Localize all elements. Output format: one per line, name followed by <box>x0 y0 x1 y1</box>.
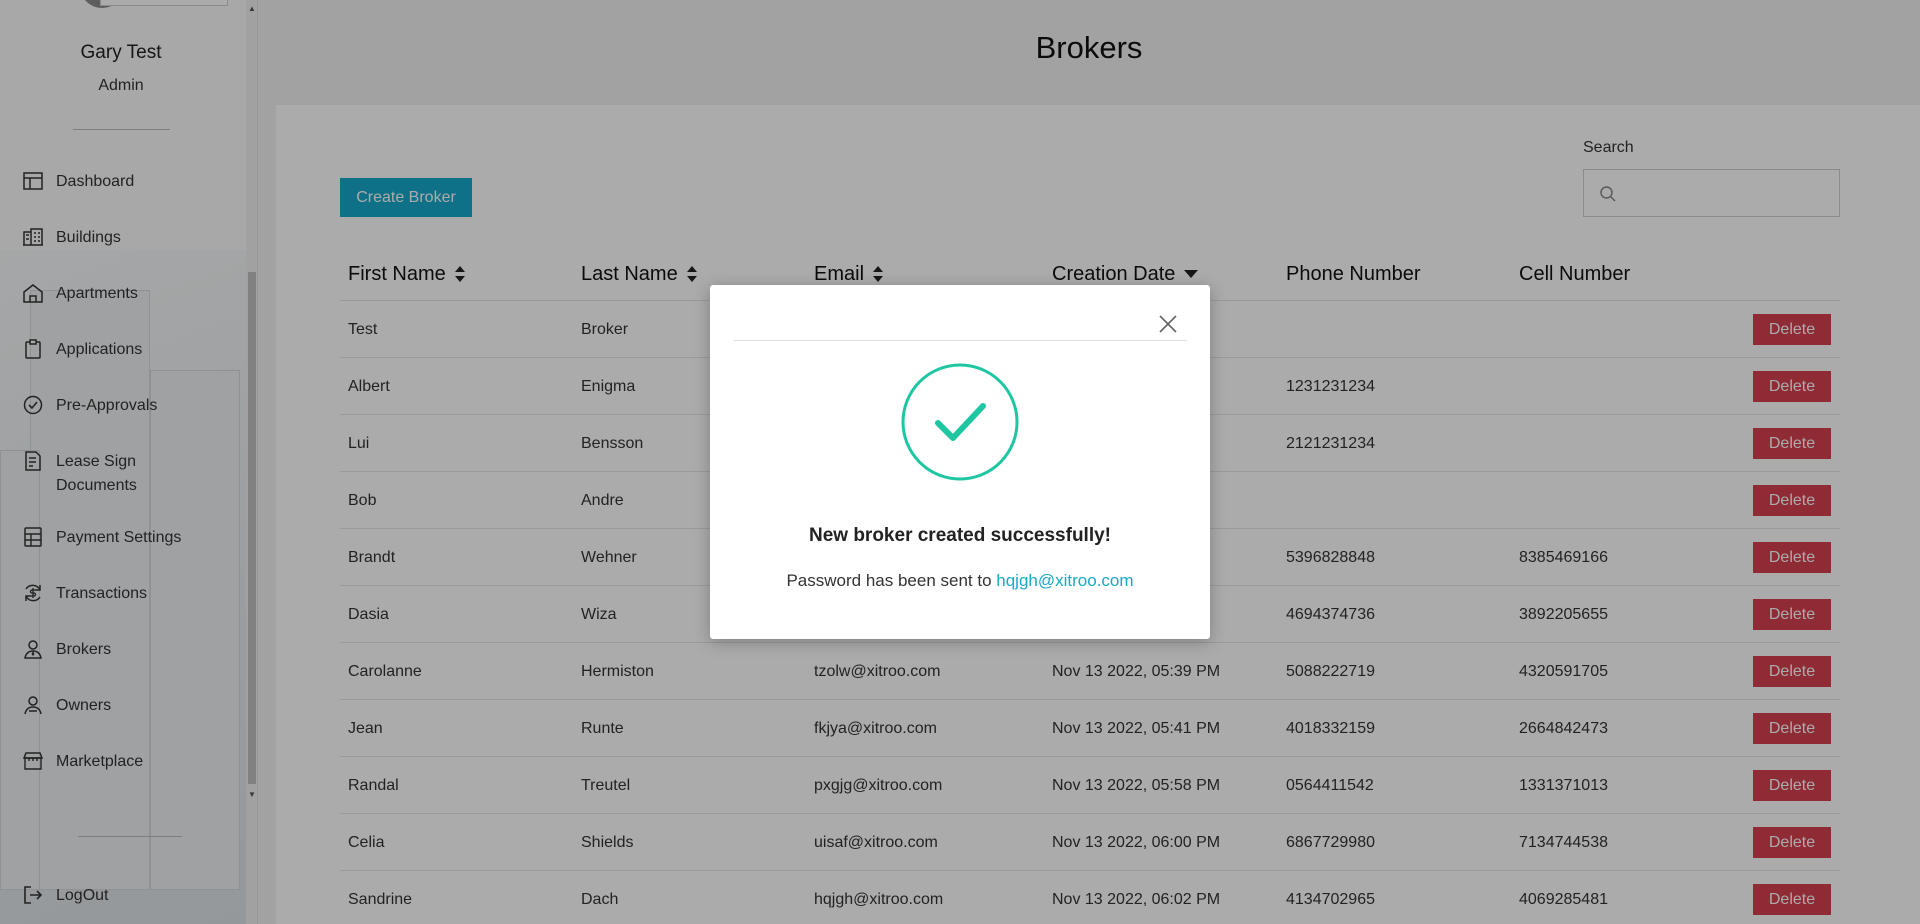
modal-divider <box>734 340 1187 341</box>
close-icon[interactable] <box>1157 313 1179 335</box>
modal-title: New broker created successfully! <box>808 525 1112 546</box>
modal-message-text: Password has been sent to <box>786 571 997 590</box>
success-check-icon <box>901 363 1019 481</box>
modal-message: Password has been sent to hqjgh@xitroo.c… <box>710 571 1210 591</box>
success-modal: New broker created successfully! Passwor… <box>710 285 1210 639</box>
modal-email-link[interactable]: hqjgh@xitroo.com <box>996 571 1133 590</box>
